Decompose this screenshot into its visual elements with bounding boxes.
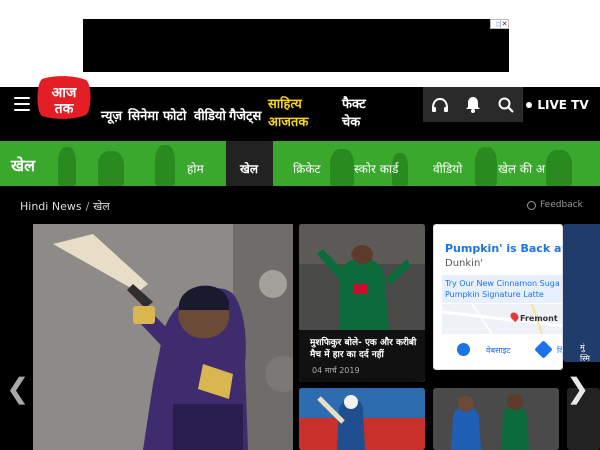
- carousel-next-button[interactable]: ❯: [566, 372, 589, 405]
- bell-icon: [465, 97, 480, 113]
- live-tv-button[interactable]: LIVE TV: [522, 87, 592, 122]
- nav-fact-check[interactable]: फैक्ट चेक: [342, 96, 366, 132]
- peek-title: मुं स्मि: [580, 343, 590, 362]
- nav-gadgets[interactable]: गैजेट्स: [229, 106, 261, 124]
- sponsored-card[interactable]: Pumpkin' is Back at Dunkin Dunkin' Try O…: [433, 224, 563, 370]
- top-ad-area: ▷ ✕: [0, 0, 600, 87]
- nav-news[interactable]: न्यूज़: [101, 106, 122, 124]
- ad-close-icon[interactable]: ✕: [500, 19, 509, 29]
- tab-videos[interactable]: वीडियो: [433, 160, 462, 177]
- live-dot-icon: [526, 101, 533, 108]
- breadcrumb-current: खेल: [93, 200, 110, 213]
- hero-photo-cricketer[interactable]: [33, 224, 293, 450]
- globe-icon[interactable]: [457, 343, 470, 356]
- news-card-bottom-2[interactable]: [433, 388, 559, 450]
- directions-icon[interactable]: [534, 340, 553, 359]
- nav-cinema[interactable]: सिनेमा: [128, 106, 159, 124]
- nav-photo[interactable]: फोटो: [163, 106, 186, 124]
- nav-video[interactable]: वीडियो: [194, 106, 226, 124]
- sponsored-title[interactable]: Pumpkin' is Back at Dunkin: [445, 242, 562, 255]
- headphones-icon: [431, 97, 448, 112]
- tab-more-sports[interactable]: खेल की अ: [498, 160, 545, 177]
- nav-sahitya-aajtak[interactable]: साहित्य आजतक: [268, 96, 308, 132]
- news-card-bottom-1[interactable]: [299, 388, 425, 450]
- sponsored-promo[interactable]: Try Our New Cinnamon Suga Pumpkin Signat…: [442, 275, 562, 303]
- sponsored-brand: Dunkin': [445, 258, 484, 269]
- svg-text:आज: आज: [52, 85, 77, 101]
- feedback-label: Feedback: [540, 200, 583, 210]
- card-date: 04 मार्च 2019: [312, 366, 360, 375]
- tab-cricket[interactable]: क्रिकेट: [293, 160, 321, 177]
- search-button[interactable]: [489, 87, 522, 122]
- tab-scorecard[interactable]: स्कोर कार्ड: [354, 160, 398, 177]
- tab-khel[interactable]: खेल: [240, 160, 258, 177]
- svg-text:तक: तक: [54, 101, 75, 117]
- breadcrumb: Hindi News / खेल: [20, 200, 110, 213]
- breadcrumb-home-link[interactable]: Hindi News: [20, 200, 82, 213]
- map-location-label: Fremont: [520, 314, 558, 323]
- sponsored-map[interactable]: Fremont: [442, 304, 562, 334]
- news-card[interactable]: मुशफिकुर बोले- एक और करीबी मैच में हार क…: [299, 224, 425, 382]
- live-tv-label: LIVE TV: [537, 97, 589, 112]
- feedback-link[interactable]: Feedback: [527, 200, 583, 210]
- podcast-button[interactable]: [423, 87, 456, 122]
- ad-banner[interactable]: [83, 19, 509, 72]
- feedback-icon: [527, 200, 536, 210]
- carousel-prev-button[interactable]: ❮: [6, 372, 29, 405]
- site-logo[interactable]: आज तक: [34, 76, 94, 120]
- card-image-celebration: [299, 224, 425, 330]
- tab-home[interactable]: होम: [187, 160, 204, 177]
- card-title[interactable]: मुशफिकुर बोले- एक और करीबी मैच में हार क…: [310, 337, 419, 361]
- section-title: खेल: [11, 156, 35, 175]
- menu-icon[interactable]: [14, 97, 30, 111]
- news-card-peek[interactable]: मुं स्मि: [563, 224, 600, 362]
- website-button[interactable]: वेबसाइट: [486, 345, 510, 356]
- search-icon: [498, 97, 514, 113]
- notifications-button[interactable]: [456, 87, 489, 122]
